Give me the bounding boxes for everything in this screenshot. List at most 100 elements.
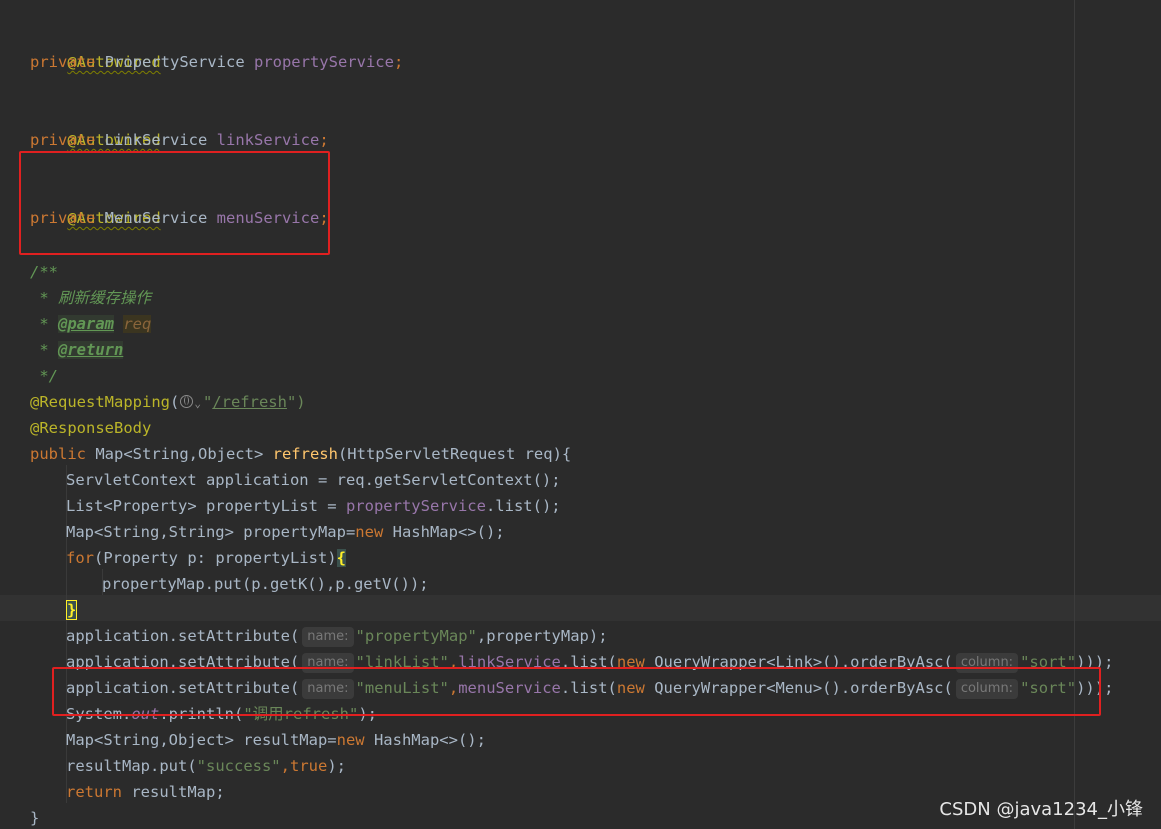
code-text: resultMap.put( [66,757,197,775]
keyword: private [30,131,96,149]
code-text: HashMap<>(); [364,731,486,749]
keyword: private [30,209,96,227]
code-line: ServletContext application = req.getServ… [66,471,561,489]
code-line: resultMap.put("success",true); [66,753,346,779]
code-line: application.setAttribute(name: "linkList"… [66,649,1113,675]
globe-icon[interactable] [180,395,194,408]
string-quote: " [202,393,213,411]
code-line: System.out.println("调用refresh"); [66,701,377,727]
code-editor[interactable]: @Autowired private PropertyService prope… [0,0,1161,829]
code-line: List<Property> propertyList = propertySe… [66,493,561,519]
code-line: application.setAttribute(name: "menuList"… [66,675,1113,701]
code-line: private PropertyService propertyService; [30,49,403,75]
code-text: Map<String,Object> resultMap= [66,731,337,749]
code-line: } [66,597,78,623]
string-literal: "sort" [1020,653,1077,671]
right-margin-guide [1074,0,1075,829]
code-text: .list( [560,653,617,671]
keyword: new [616,679,645,697]
code-text: (Property p: propertyList) [94,549,337,567]
doc-comment-line: */ [30,367,58,385]
url-link-refresh[interactable]: /refresh [212,393,287,411]
keyword: private [30,53,96,71]
method-name: refresh [272,445,338,463]
string-literal: "propertyMap" [355,627,477,645]
string-literal: "success" [196,757,281,775]
param-hint: column: [955,653,1019,673]
code-text: ); [327,757,346,775]
keyword: public [30,445,86,463]
code-text: Map<String,String> propertyMap= [66,523,356,541]
paren: ( [169,393,180,411]
code-text: List<Property> propertyList = [66,497,346,515]
string-literal: "linkList" [355,653,449,671]
code-line: Map<String,String> propertyMap=new HashM… [66,519,505,545]
code-line: private LinkService linkService; [30,127,329,153]
param-hint: name: [302,627,354,647]
comma: , [448,653,459,671]
static-field: out [131,705,160,723]
code-text: ); [358,705,377,723]
code-text: ,propertyMap); [476,627,608,645]
type-name: MenuService [104,209,217,227]
string-literal: "menuList" [355,679,449,697]
code-line: for(Property p: propertyList){ [66,545,346,571]
code-line: Map<String,Object> resultMap=new HashMap… [66,727,486,753]
code-line: @Autowired [30,101,160,149]
doc-param-tag: @param [58,315,114,333]
annotation-response-body: @ResponseBody [30,419,152,437]
code-line: application.setAttribute(name: "propertyM… [66,623,608,649]
doc-star: * [30,341,58,359]
code-text: resultMap; [122,783,225,801]
doc-comment-line: * @return [30,337,124,363]
field-name: propertyService [345,497,486,515]
field-name: menuService [216,209,320,227]
param-hint: column: [955,679,1019,699]
comma: , [280,757,290,775]
code-line: private MenuService menuService; [30,205,329,231]
string-quote-close: ") [286,393,306,411]
type-name: LinkService [104,131,217,149]
keyword: new [355,523,384,541]
keyword: true [290,757,328,775]
code-text: System. [66,705,132,723]
code-text: ))); [1076,653,1114,671]
type-name: PropertyService [104,53,254,71]
code-text: ))); [1076,679,1114,697]
code-text: QueryWrapper<Link>().orderByAsc( [644,653,953,671]
doc-comment-line: /** [30,263,58,281]
code-line: propertyMap.put(p.getK(),p.getV()); [102,575,429,593]
string-literal: "sort" [1020,679,1077,697]
chevron-down-icon[interactable]: ⌄ [194,391,201,417]
code-line: } [30,809,40,827]
code-line: return resultMap; [66,779,225,805]
current-line-highlight [0,595,1161,621]
param-hint: name: [302,653,354,673]
method-signature: public Map<String,Object> refresh(HttpSe… [30,441,571,467]
semicolon: ; [393,53,404,71]
watermark: CSDN @java1234_小锋 [939,799,1143,820]
semicolon: ; [319,209,329,227]
doc-star: * [30,315,58,333]
code-line: @Autowired [30,179,160,227]
code-line: @Autowired [30,23,160,71]
method-params: (HttpServletRequest req){ [337,445,572,463]
string-literal: "调用refresh" [243,705,359,723]
annotation-request-mapping: @RequestMapping [30,393,170,411]
code-text: application.setAttribute( [66,627,300,645]
semicolon: ; [319,131,329,149]
code-line: @RequestMapping( ⌄ "/refresh") [30,389,306,415]
keyword: new [616,653,645,671]
keyword: for [66,549,94,567]
field-name: linkService [216,131,320,149]
keyword: new [336,731,365,749]
param-hint: name: [302,679,354,699]
doc-comment-line: * @param req [30,311,152,337]
doc-return-tag: @return [58,341,124,359]
matched-brace: { [336,549,346,567]
code-text: .list( [560,679,617,697]
field-name: linkService [458,653,561,671]
code-text: QueryWrapper<Menu>().orderByAsc( [644,679,953,697]
return-type: Map<String,Object> [86,445,273,463]
code-text: application.setAttribute( [66,653,300,671]
